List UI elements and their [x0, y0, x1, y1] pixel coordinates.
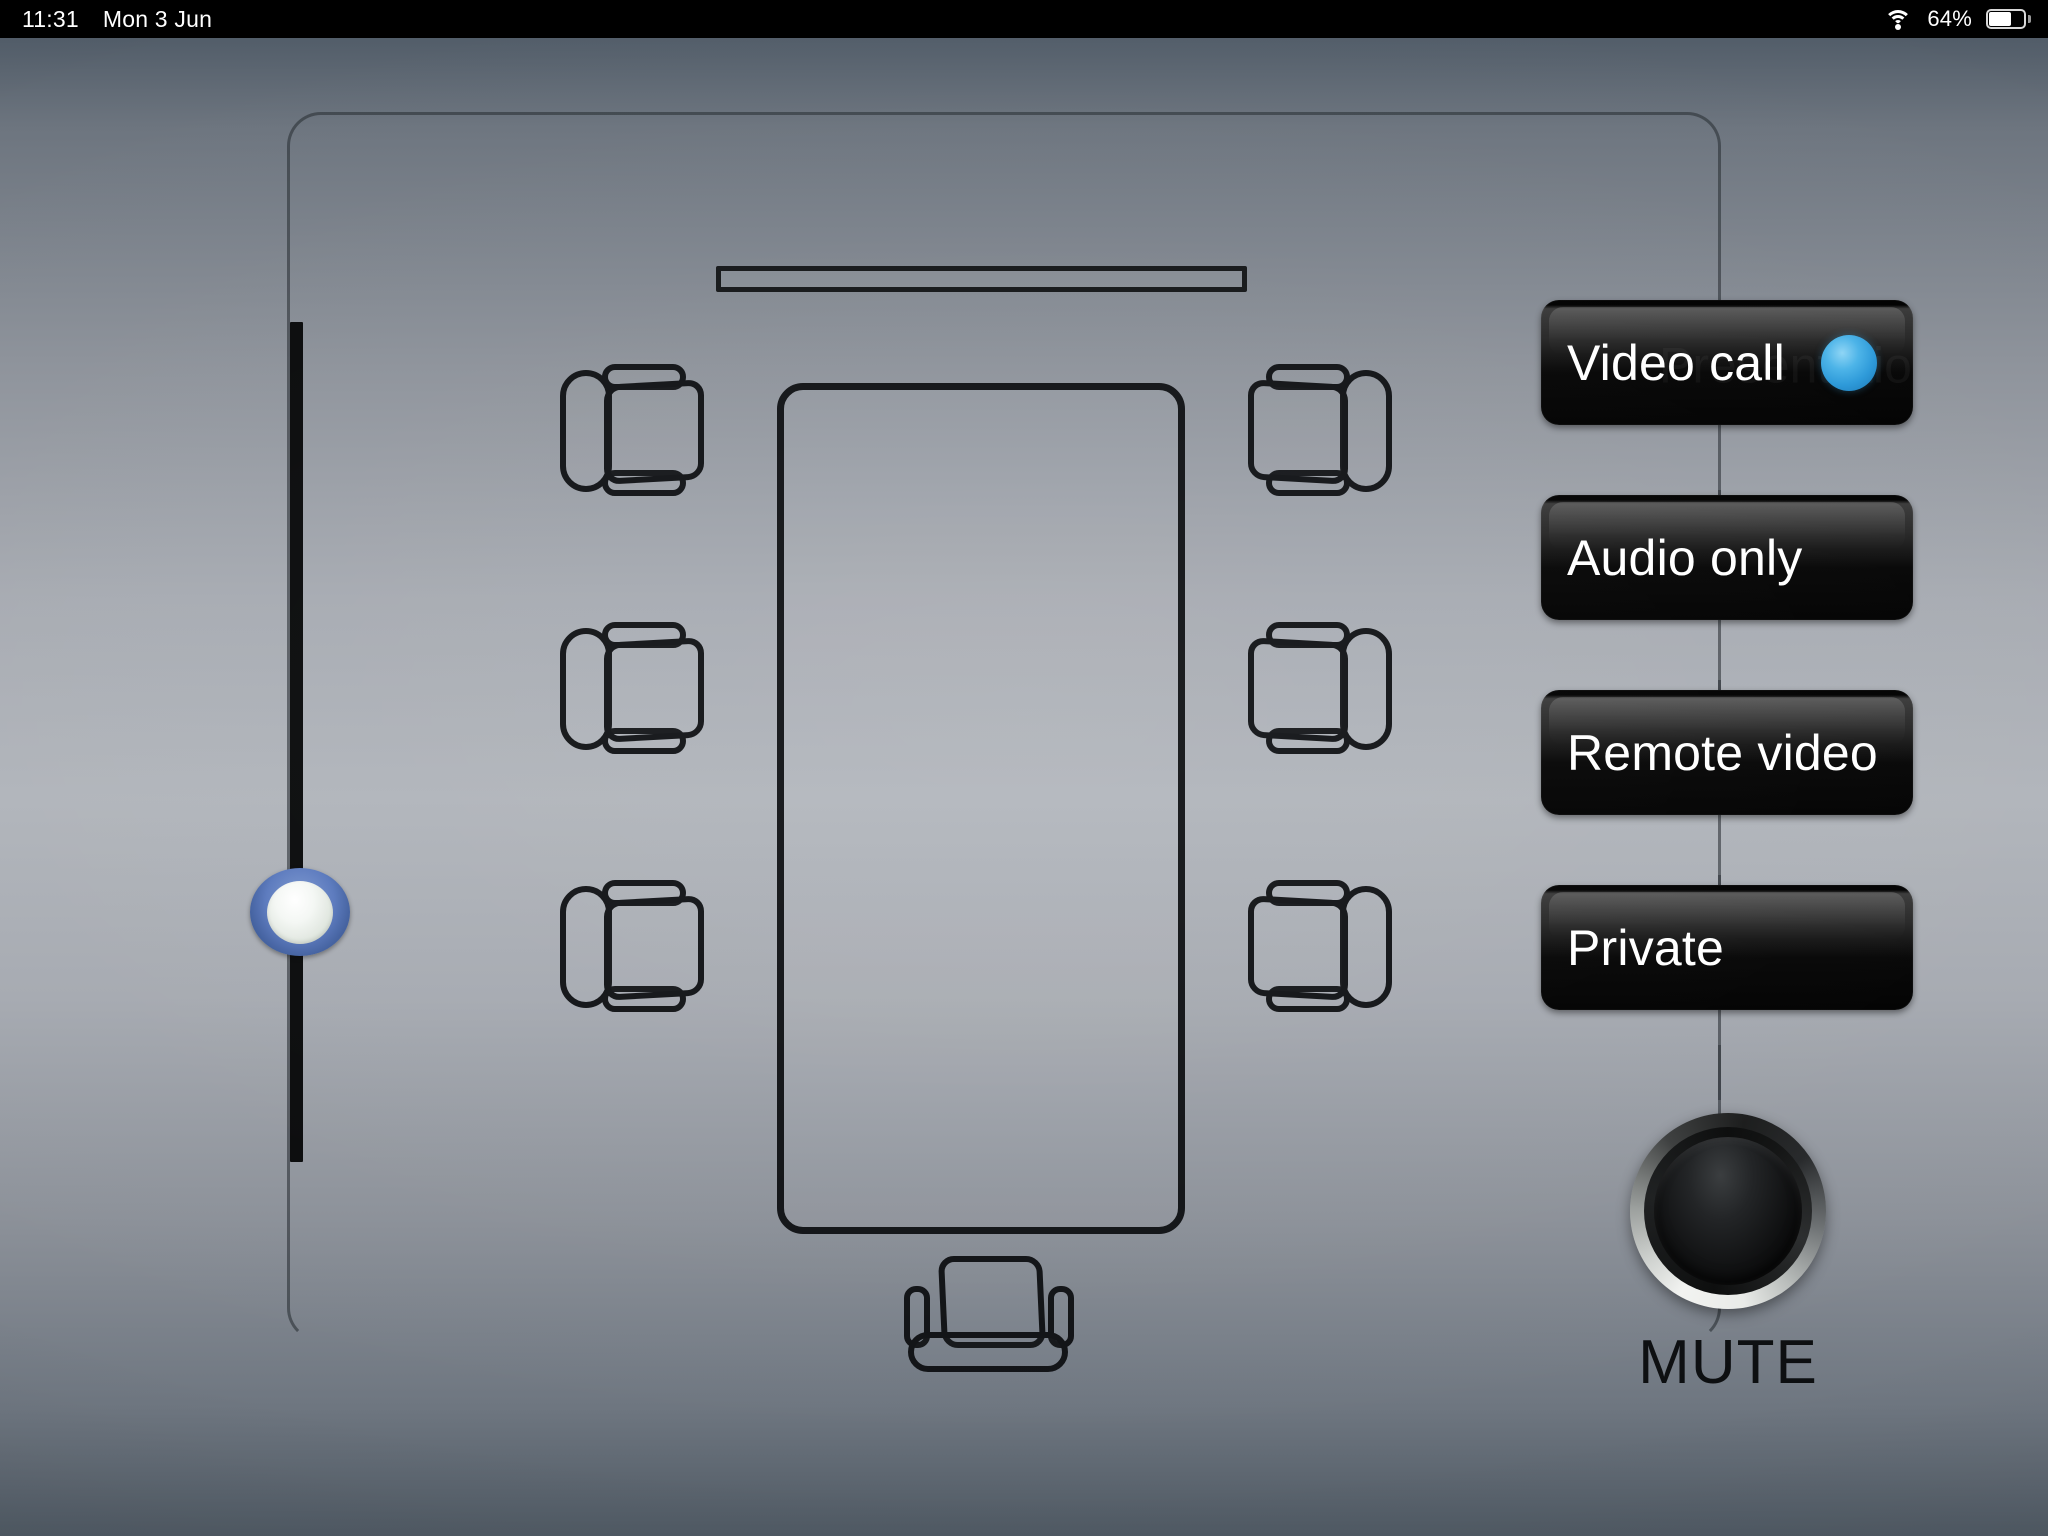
chair-left-1: [560, 356, 720, 506]
wall-display: [716, 266, 1247, 292]
status-date: Mon 3 Jun: [102, 5, 213, 32]
chair-head: [904, 1256, 1074, 1396]
status-time: 11:31: [22, 5, 79, 32]
chair-right-1: [1232, 356, 1392, 506]
mode-button-remote-video[interactable]: Remote video: [1541, 690, 1913, 815]
mute-control: MUTE: [1598, 1113, 1858, 1398]
chair-right-2: [1232, 614, 1392, 764]
mute-button-cap: [1654, 1137, 1802, 1285]
status-bar-left: 11:31 Mon 3 Jun: [0, 6, 212, 33]
mode-button-label: Video call: [1567, 334, 1785, 391]
status-bar: 11:31 Mon 3 Jun 64%: [0, 0, 2048, 38]
mode-button-video-call[interactable]: Presentation Video call: [1541, 300, 1913, 425]
mute-button[interactable]: [1630, 1113, 1826, 1309]
volume-slider-thumb[interactable]: [250, 868, 350, 956]
mode-button-column: Presentation Video call Audio only Remot…: [1541, 300, 1913, 1080]
status-led-icon: [1821, 334, 1877, 391]
mode-button-private[interactable]: Private: [1541, 885, 1913, 1010]
wifi-icon: [1883, 8, 1913, 30]
volume-slider-thumb-cap: [267, 880, 333, 944]
volume-slider-track[interactable]: [290, 322, 303, 1162]
mute-label: MUTE: [1638, 1328, 1818, 1397]
status-bar-right: 64%: [1883, 6, 2048, 32]
mode-button-label: Audio only: [1567, 529, 1803, 586]
mode-button-label: Remote video: [1567, 724, 1878, 781]
volume-slider[interactable]: [250, 322, 350, 1162]
battery-percent-label: 64%: [1927, 6, 1972, 31]
chair-left-3: [560, 872, 720, 1022]
chair-left-2: [560, 614, 720, 764]
mode-button-label: Private: [1567, 919, 1725, 976]
room-control-canvas: Presentation Video call Audio only Remot…: [0, 38, 2048, 1536]
mode-button-audio-only[interactable]: Audio only: [1541, 495, 1913, 620]
conference-table: [777, 383, 1185, 1234]
chair-right-3: [1232, 872, 1392, 1022]
battery-icon: [1986, 9, 2031, 29]
